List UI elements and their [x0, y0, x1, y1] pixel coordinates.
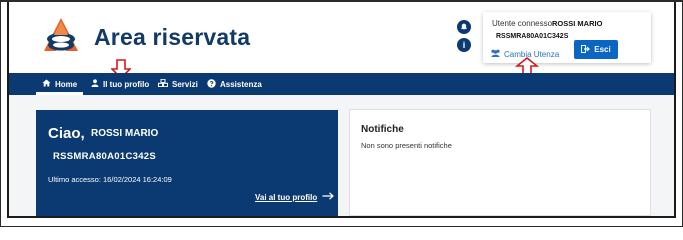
connected-user-label: Utente connesso:: [492, 19, 555, 28]
connected-user-name: ROSSI MARIO: [552, 19, 603, 28]
user-icon: [91, 79, 99, 89]
bell-icon[interactable]: [457, 20, 471, 34]
notifications-card: Notifiche Non sono presenti notifiche: [349, 109, 651, 216]
logout-label: Esci: [594, 45, 611, 54]
connected-user-fiscal-code: RSSMRA80A01C342S: [496, 33, 569, 40]
nav-item-servizi[interactable]: Servizi: [158, 73, 198, 95]
logout-button[interactable]: Esci: [574, 40, 618, 59]
main-nav: Home Il tuo profilo Servizi Assistenza: [9, 73, 674, 95]
users-icon: [490, 49, 501, 59]
greeting: Ciao,: [48, 125, 85, 142]
logout-icon: [581, 44, 591, 55]
nav-item-assistenza[interactable]: Assistenza: [207, 73, 262, 95]
last-access: Ultimo accesso: 16/02/2024 16:24:09: [48, 175, 172, 184]
header: Area riservata i Utente connesso: ROSSI …: [9, 2, 674, 79]
app-title: Area riservata: [94, 24, 251, 50]
welcome-user-name: ROSSI MARIO: [91, 128, 159, 139]
page: Area riservata i Utente connesso: ROSSI …: [7, 2, 676, 218]
nav-item-home[interactable]: Home: [35, 73, 84, 95]
profile-link-label: Vai al tuo profilo: [255, 192, 318, 202]
nav-label-home: Home: [55, 79, 78, 89]
nav-label-assistenza: Assistenza: [220, 79, 262, 89]
home-icon: [42, 79, 51, 89]
arrow-right-icon: [322, 192, 335, 202]
user-box: Utente connesso: ROSSI MARIO RSSMRA80A01…: [483, 12, 651, 63]
agenzia-entrate-logo[interactable]: [39, 15, 83, 59]
info-icon[interactable]: i: [457, 38, 471, 52]
welcome-card: Ciao, ROSSI MARIO RSSMRA80A01C342S Ultim…: [36, 110, 338, 216]
services-icon: [158, 78, 168, 89]
help-icon: [207, 78, 216, 90]
nav-label-servizi: Servizi: [172, 79, 198, 89]
welcome-fiscal-code: RSSMRA80A01C342S: [53, 151, 157, 162]
notifications-empty-text: Non sono presenti notifiche: [361, 141, 452, 150]
notifications-title: Notifiche: [361, 124, 404, 135]
nav-label-profilo: Il tuo profilo: [103, 79, 150, 89]
profile-link[interactable]: Vai al tuo profilo: [255, 192, 335, 202]
nav-item-profilo[interactable]: Il tuo profilo: [91, 73, 149, 95]
